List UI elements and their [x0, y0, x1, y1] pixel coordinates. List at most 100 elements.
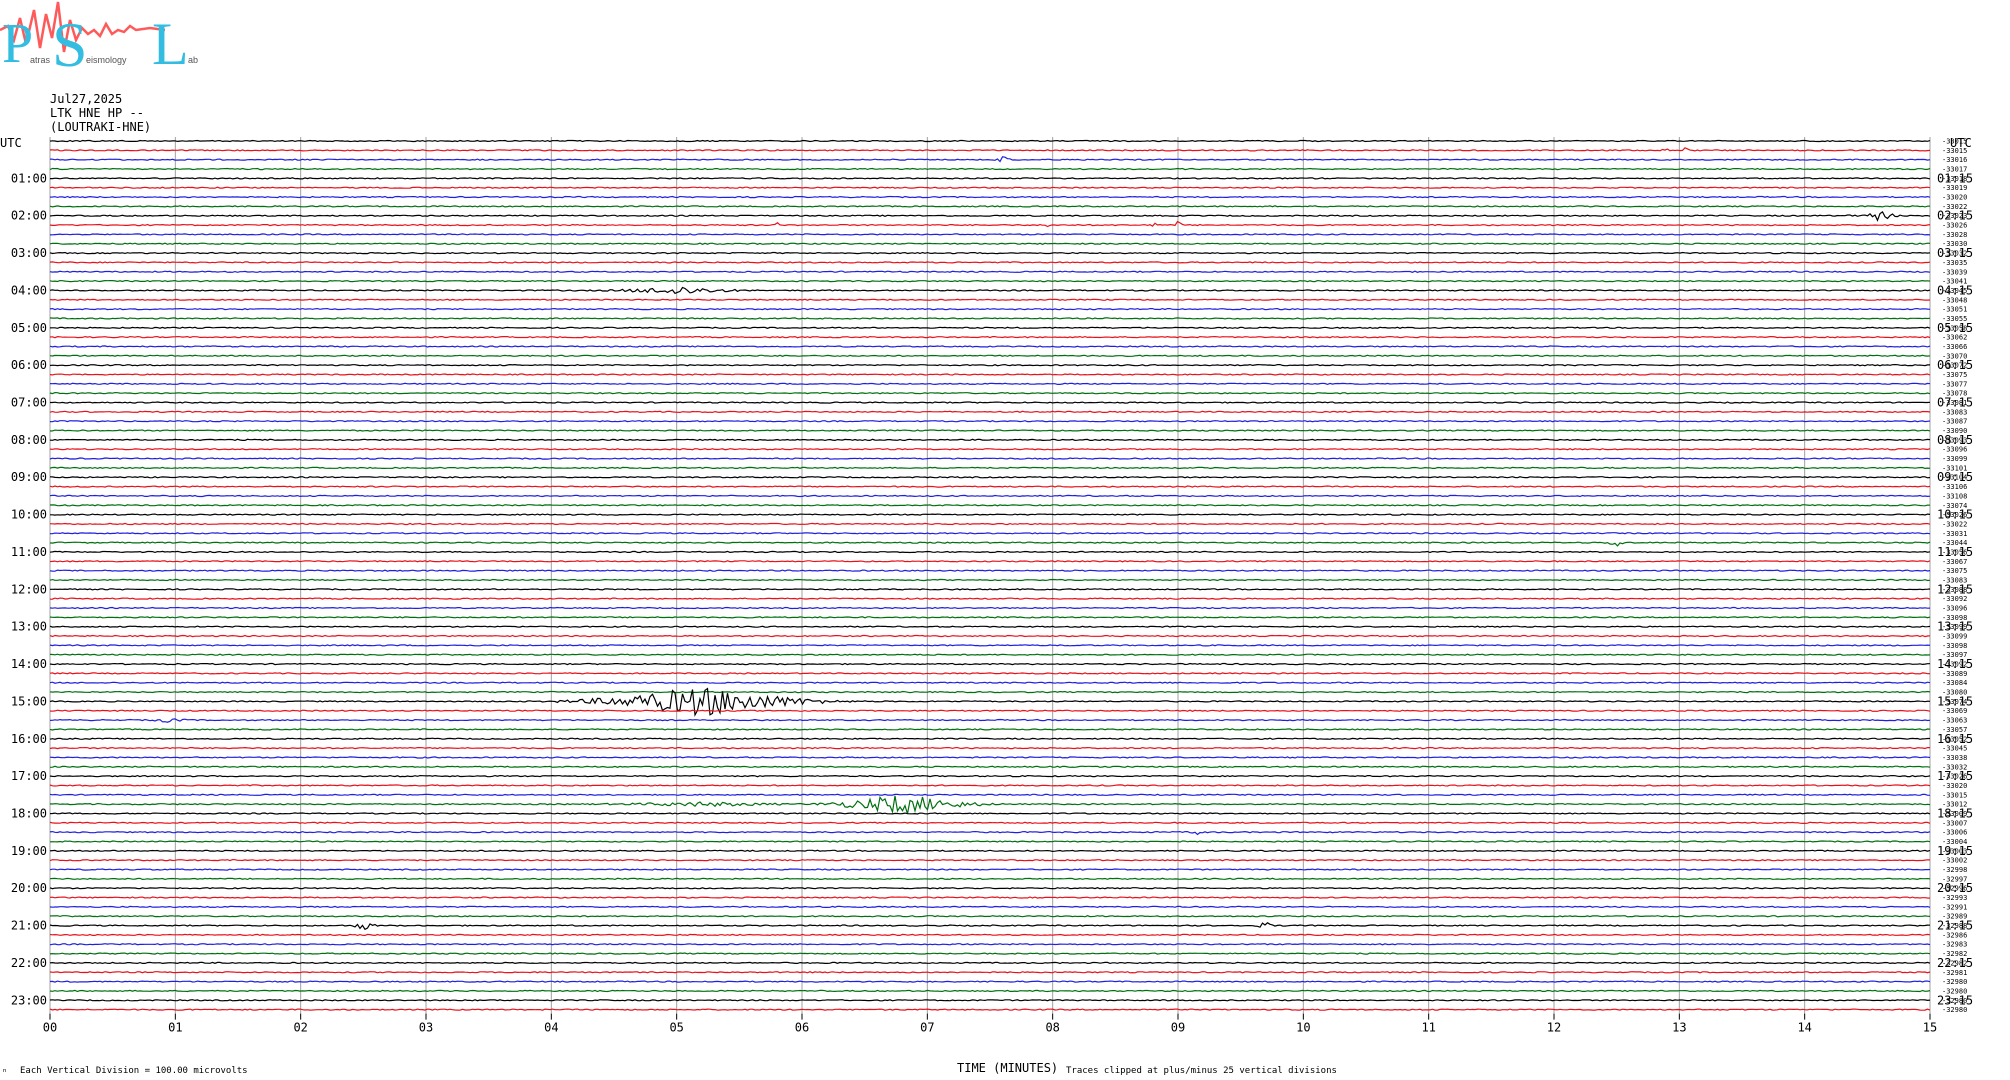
left-hour-label: 02:00 — [11, 209, 47, 223]
right-trace-value: -33090 — [1942, 427, 1967, 435]
trace-row — [49, 784, 1931, 787]
trace-row — [49, 922, 1931, 931]
right-trace-value: -33044 — [1942, 539, 1967, 547]
right-trace-value: -33098 — [1942, 642, 1967, 650]
right-trace-value: -32980 — [1942, 997, 1967, 1005]
right-trace-value: -33020 — [1942, 194, 1967, 202]
trace-row — [49, 485, 1931, 488]
right-trace-value: -33002 — [1942, 857, 1967, 865]
logo-letter-l: L — [152, 11, 189, 77]
trace-row — [49, 795, 1931, 814]
trace-row — [49, 952, 1931, 955]
trace-row — [49, 1008, 1931, 1011]
trace-row — [49, 980, 1931, 983]
right-trace-value: -33083 — [1942, 408, 1967, 416]
right-hour-label: 18:15 — [1937, 806, 1973, 820]
x-tick-label: 13 — [1672, 1021, 1686, 1035]
trace-row — [49, 578, 1931, 582]
trace-row — [49, 625, 1931, 628]
right-hour-label: 03:15 — [1937, 246, 1973, 260]
right-trace-value: -33080 — [1942, 689, 1967, 697]
logo-letter-p: P — [2, 13, 33, 75]
right-trace-value: -32991 — [1942, 903, 1967, 911]
trace-row — [49, 793, 1931, 796]
minute-grid — [49, 137, 1931, 1020]
right-trace-value: -33015 — [1942, 138, 1967, 146]
x-tick-label: 08 — [1045, 1021, 1059, 1035]
right-hour-label: 12:15 — [1937, 582, 1973, 596]
right-trace-value: -33045 — [1942, 287, 1967, 295]
trace-row — [49, 868, 1931, 871]
trace-row — [49, 373, 1931, 376]
trace-row — [49, 448, 1931, 451]
right-trace-value: -33028 — [1942, 231, 1967, 239]
trace-row — [49, 261, 1931, 264]
right-trace-value: -33048 — [1942, 296, 1967, 304]
trace-row — [49, 335, 1931, 339]
right-trace-value: -32980 — [1942, 978, 1967, 986]
right-trace-value: -33017 — [1942, 166, 1967, 174]
right-trace-value: -33099 — [1942, 623, 1967, 631]
left-hour-label: 08:00 — [11, 433, 47, 447]
right-utc-label: UTC — [1950, 136, 1972, 150]
left-hour-label: 03:00 — [11, 246, 47, 260]
trace-row — [49, 774, 1931, 778]
trace-row — [49, 915, 1931, 918]
axis-labels: 00 01 02 03 04 05 06 07 08 09 10 11 12 13 14 15-33015-3… — [11, 138, 1973, 1035]
trace-row — [49, 476, 1931, 479]
right-hour-label: 19:15 — [1937, 844, 1973, 858]
x-tick-label: 15 — [1923, 1021, 1937, 1035]
right-trace-value: -33056 — [1942, 548, 1967, 556]
right-trace-value: -33045 — [1942, 745, 1967, 753]
right-trace-value: -33087 — [1942, 418, 1967, 426]
left-hour-label: 20:00 — [11, 881, 47, 895]
right-hour-label: 05:15 — [1937, 321, 1973, 335]
trace-row — [49, 662, 1930, 666]
right-trace-value: -33026 — [1942, 222, 1967, 230]
x-tick-label: 01 — [168, 1021, 182, 1035]
right-hour-label: 04:15 — [1937, 283, 1973, 297]
right-trace-value: -33039 — [1942, 268, 1967, 276]
trace-row — [49, 999, 1931, 1002]
right-trace-value: -33055 — [1942, 315, 1967, 323]
trace-row — [49, 286, 1931, 295]
right-trace-value: -33081 — [1942, 399, 1967, 407]
left-hour-label: 17:00 — [11, 769, 47, 783]
right-trace-value: -33074 — [1942, 502, 1967, 510]
left-hour-label: 05:00 — [11, 321, 47, 335]
left-hour-label: 18:00 — [11, 806, 47, 820]
trace-row — [49, 606, 1931, 610]
right-trace-value: -32983 — [1942, 941, 1967, 949]
right-trace-value: -33096 — [1942, 605, 1967, 613]
trace-row — [49, 139, 1931, 143]
right-trace-value: -33031 — [1942, 530, 1967, 538]
left-hour-label: 04:00 — [11, 283, 47, 297]
right-trace-value: -33022 — [1942, 520, 1967, 528]
x-tick-label: 00 — [43, 1021, 57, 1035]
trace-row — [50, 401, 1931, 404]
right-trace-value: -33051 — [1942, 306, 1967, 314]
x-tick-label: 11 — [1421, 1021, 1435, 1035]
right-trace-value: -32980 — [1942, 987, 1967, 995]
left-hour-label: 14:00 — [11, 657, 47, 671]
logo-letter-s: S — [52, 9, 88, 80]
seismic-traces — [49, 139, 1931, 1011]
trace-row — [49, 205, 1931, 208]
trace-row — [49, 438, 1931, 442]
trace-row — [49, 541, 1931, 547]
helicorder-plot: 00 01 02 03 04 05 06 07 08 09 10 11 12 13 14 15-33015-3… — [0, 136, 1973, 1078]
psl-logo: P S L atras eismology ab — [0, 1, 198, 80]
trace-row — [50, 513, 1931, 516]
trace-row — [49, 466, 1931, 470]
x-tick-label: 14 — [1797, 1021, 1811, 1035]
right-trace-value: -33020 — [1942, 782, 1967, 790]
trace-row — [49, 391, 1931, 395]
right-trace-value: -33032 — [1942, 250, 1967, 258]
right-trace-value: -33030 — [1942, 240, 1967, 248]
right-trace-value: -33062 — [1942, 334, 1967, 342]
left-utc-label: UTC — [0, 136, 22, 150]
trace-row — [49, 211, 1931, 222]
trace-row — [49, 550, 1931, 554]
trace-row — [49, 849, 1931, 853]
right-hour-label: 10:15 — [1937, 508, 1973, 522]
